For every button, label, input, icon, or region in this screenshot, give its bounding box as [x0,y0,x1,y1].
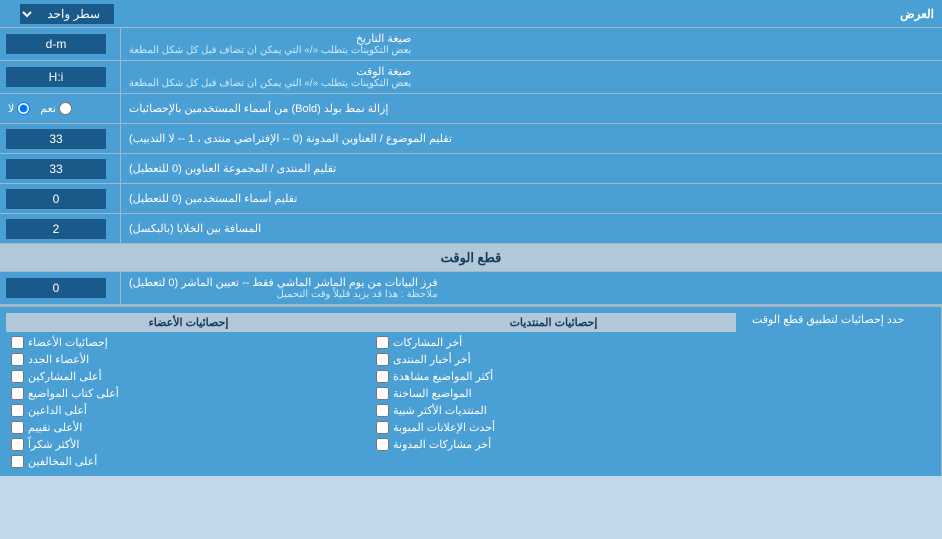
checkbox-item-posts-1: أخر المشاركات [371,334,736,351]
checkbox-item-members-2: الأعضاء الجدد [6,351,371,368]
bold-row: إزالة نمط بولد (Bold) من أسماء المستخدمي… [0,94,942,124]
checkbox-posts-5[interactable] [376,404,389,417]
checkbox-item-members-3: أعلى المشاركين [6,368,371,385]
username-trim-row: تقليم أسماء المستخدمين (0 للتعطيل) [0,184,942,214]
display-label: العرض [120,3,942,25]
bold-radio-yes-label: نعم [40,102,72,115]
checkbox-item-posts-7: أخر مشاركات المدونة [371,436,736,453]
time-format-label: صيغة الوقت بعض التكوينات يتطلب «/» التي … [120,61,942,93]
forum-trim-row: تقليم المنتدى / المجموعة العناوين (0 للت… [0,154,942,184]
checkbox-members-2[interactable] [11,353,24,366]
topic-trim-label: تقليم الموضوع / العناوين المدونة (0 -- ا… [120,124,942,153]
members-col-header: إحصائيات الأعضاء [6,313,371,332]
display-select-wrapper: سطر واحد سطرين ثلاثة أسطر [0,1,120,27]
bold-radio-yes[interactable] [59,102,72,115]
checkbox-item-members-1: إحصائيات الأعضاء [6,334,371,351]
cutoff-row: فرز البيانات من يوم الماشر الماشي فقط --… [0,272,942,305]
checkbox-posts-2[interactable] [376,353,389,366]
posts-col-header: إحصائيات المنتديات [371,313,736,332]
cell-spacing-row: المسافة بين الخلايا (بالبكسل) [0,214,942,244]
checkbox-item-members-4: أعلى كتاب المواضيع [6,385,371,402]
cell-spacing-input-wrapper [0,214,120,243]
cutoff-label: فرز البيانات من يوم الماشر الماشي فقط --… [120,272,942,304]
checkbox-members-1[interactable] [11,336,24,349]
checkbox-members-8[interactable] [11,455,24,468]
checkbox-members-5[interactable] [11,404,24,417]
username-trim-label: تقليم أسماء المستخدمين (0 للتعطيل) [120,184,942,213]
date-format-label: صيغة التاريخ بعض التكوينات يتطلب «/» الت… [120,28,942,60]
checkbox-group: إحصائيات المنتديات أخر المشاركات أخر أخب… [6,313,736,470]
checkbox-posts-4[interactable] [376,387,389,400]
forum-trim-input[interactable] [6,159,106,179]
cell-spacing-input[interactable] [6,219,106,239]
checkbox-members-4[interactable] [11,387,24,400]
checkbox-posts-7[interactable] [376,438,389,451]
checkbox-members-7[interactable] [11,438,24,451]
date-format-row: صيغة التاريخ بعض التكوينات يتطلب «/» الت… [0,28,942,61]
checkbox-posts-1[interactable] [376,336,389,349]
cutoff-input[interactable] [6,278,106,298]
checkbox-item-posts-3: أكثر المواضيع مشاهدة [371,368,736,385]
date-format-input-wrapper [0,28,120,60]
topic-trim-input[interactable] [6,129,106,149]
username-trim-input-wrapper [0,184,120,213]
checkbox-members-6[interactable] [11,421,24,434]
bold-radio-no-label: لا [8,102,30,115]
date-format-input[interactable] [6,34,106,54]
time-format-input[interactable] [6,67,106,87]
checkbox-item-posts-2: أخر أخبار المنتدى [371,351,736,368]
main-container: العرض سطر واحد سطرين ثلاثة أسطر صيغة الت… [0,0,942,476]
cutoff-input-wrapper [0,272,120,304]
display-row: العرض سطر واحد سطرين ثلاثة أسطر [0,0,942,28]
bold-radio-options: نعم لا [0,94,120,123]
posts-checkbox-col: إحصائيات المنتديات أخر المشاركات أخر أخب… [371,313,736,470]
time-format-input-wrapper [0,61,120,93]
bottom-section: حدد إحصائيات لتطبيق قطع الوقت إحصائيات ا… [0,305,942,476]
checkbox-item-posts-5: المنتديات الأكثر شبية [371,402,736,419]
checkbox-posts-6[interactable] [376,421,389,434]
checkbox-item-members-8: أعلى المخالفين [6,453,371,470]
stats-apply-label-wrapper: حدد إحصائيات لتطبيق قطع الوقت [742,307,942,476]
stats-apply-label: حدد إحصائيات لتطبيق قطع الوقت [752,313,904,326]
topic-trim-input-wrapper [0,124,120,153]
checkbox-area: إحصائيات المنتديات أخر المشاركات أخر أخب… [0,307,742,476]
members-checkbox-col: إحصائيات الأعضاء إحصائيات الأعضاء الأعضا… [6,313,371,470]
cutoff-header: قطع الوقت [0,244,942,272]
checkbox-members-3[interactable] [11,370,24,383]
checkbox-item-posts-6: أحدث الإعلانات المبوبة [371,419,736,436]
cell-spacing-label: المسافة بين الخلايا (بالبكسل) [120,214,942,243]
checkbox-item-posts-4: المواضيع الساخنة [371,385,736,402]
time-format-row: صيغة الوقت بعض التكوينات يتطلب «/» التي … [0,61,942,94]
checkbox-item-members-7: الأكثر شكراً [6,436,371,453]
forum-trim-label: تقليم المنتدى / المجموعة العناوين (0 للت… [120,154,942,183]
topic-trim-row: تقليم الموضوع / العناوين المدونة (0 -- ا… [0,124,942,154]
checkbox-item-members-6: الأعلى تقييم [6,419,371,436]
bold-radio-no[interactable] [17,102,30,115]
forum-trim-input-wrapper [0,154,120,183]
bold-label: إزالة نمط بولد (Bold) من أسماء المستخدمي… [120,94,942,123]
checkbox-posts-3[interactable] [376,370,389,383]
display-select[interactable]: سطر واحد سطرين ثلاثة أسطر [20,4,114,24]
checkbox-item-members-5: أعلى الداعين [6,402,371,419]
username-trim-input[interactable] [6,189,106,209]
